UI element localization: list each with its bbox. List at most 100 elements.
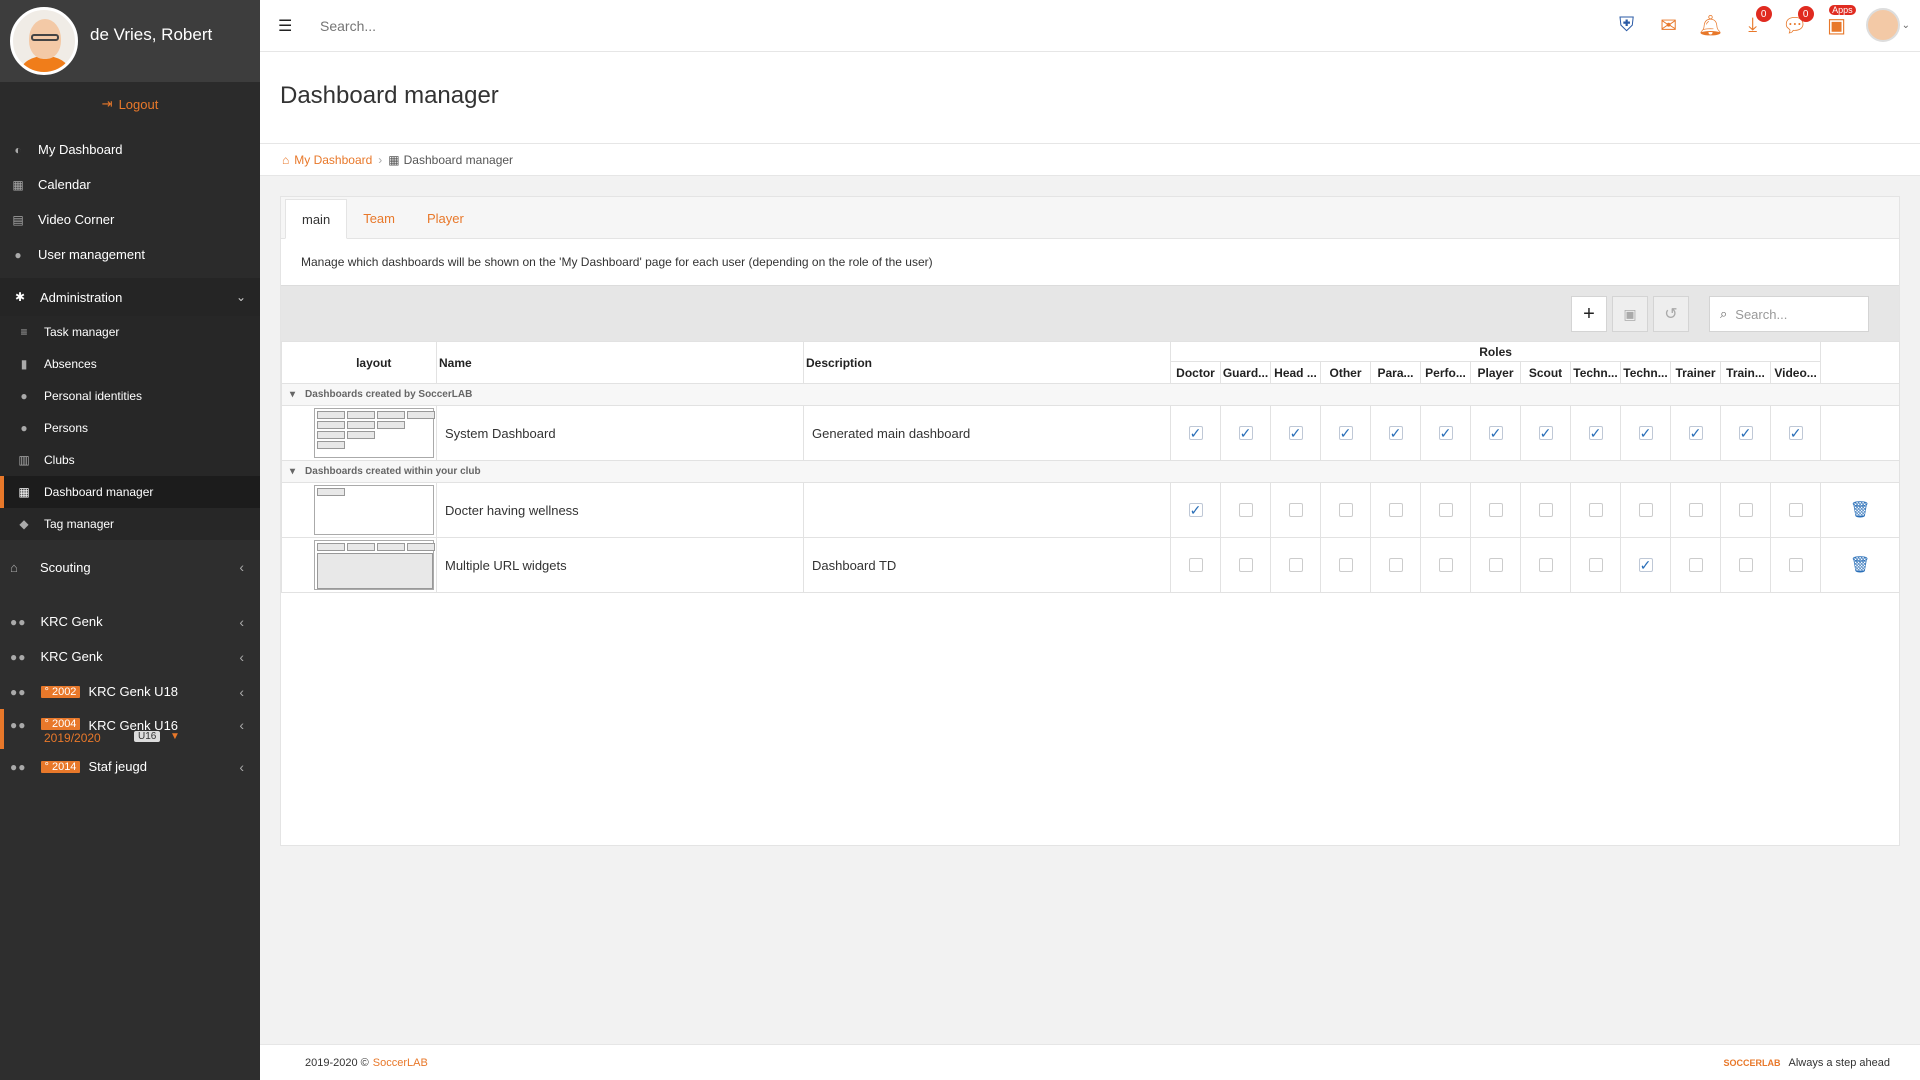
role-checkbox[interactable] <box>1388 503 1403 517</box>
bell-icon[interactable]: 🔔︎ <box>1698 12 1724 38</box>
col-header-layout[interactable]: layout <box>311 341 437 384</box>
team-item[interactable]: ●● ° 2014 Staf jeugd ‹ <box>0 749 260 784</box>
role-checkbox[interactable] <box>1488 503 1503 517</box>
team-item-active[interactable]: ●● ° 2004 KRC Genk U16 2019/2020 U16 ▼ ‹ <box>0 709 260 749</box>
role-checkbox[interactable]: ✓ <box>1188 502 1203 518</box>
nav-item-user-management[interactable]: ● User management <box>0 237 260 272</box>
logout-button[interactable]: ⇥ Logout <box>0 82 260 126</box>
col-header-description[interactable]: Description <box>803 341 1171 384</box>
role-checkbox[interactable]: ✓ <box>1238 425 1253 441</box>
role-checkbox[interactable] <box>1738 503 1753 517</box>
role-checkbox[interactable] <box>1238 503 1253 517</box>
dashboard-description[interactable]: Generated main dashboard <box>803 405 1171 461</box>
gift-apps-icon[interactable]: ▣ Apps <box>1824 5 1856 38</box>
global-search-input[interactable] <box>320 17 720 34</box>
dashboard-name[interactable]: System Dashboard <box>436 405 804 461</box>
role-checkbox[interactable]: ✓ <box>1688 425 1703 441</box>
table-row[interactable]: Docter having wellness ✓ 🗑︎ <box>281 482 1901 538</box>
shield-icon[interactable]: ⛨ <box>1614 12 1640 38</box>
role-checkbox[interactable] <box>1788 503 1803 517</box>
chat-icon[interactable]: 💬︎ 0 <box>1782 6 1814 38</box>
role-checkbox[interactable] <box>1338 558 1353 572</box>
col-header-name[interactable]: Name <box>436 341 804 384</box>
role-checkbox[interactable] <box>1188 558 1203 572</box>
trash-icon[interactable]: 🗑︎ <box>1850 502 1870 519</box>
nav-item-dashboard-manager[interactable]: ▦ Dashboard manager <box>0 476 260 508</box>
role-checkbox[interactable] <box>1388 558 1403 572</box>
dashboard-description[interactable] <box>803 482 1171 538</box>
role-checkbox[interactable] <box>1288 558 1303 572</box>
role-checkbox[interactable] <box>1688 503 1703 517</box>
role-checkbox[interactable] <box>1538 503 1553 517</box>
role-checkbox[interactable]: ✓ <box>1738 425 1753 441</box>
role-header[interactable]: Perfo... <box>1420 361 1471 384</box>
tab-player[interactable]: Player <box>411 198 480 238</box>
role-checkbox[interactable] <box>1538 558 1553 572</box>
avatar[interactable] <box>10 7 78 75</box>
nav-item-tag-manager[interactable]: ◆ Tag manager <box>0 508 260 540</box>
role-checkbox[interactable] <box>1288 503 1303 517</box>
role-header[interactable]: Guard... <box>1220 361 1271 384</box>
role-checkbox[interactable] <box>1488 558 1503 572</box>
caret-down-icon[interactable]: ▼ <box>170 731 180 742</box>
team-item[interactable]: ●● ° 2002 KRC Genk U18 ‹ <box>0 674 260 709</box>
group-row[interactable]: ▾ Dashboards created within your club <box>280 460 1901 483</box>
role-header[interactable]: Para... <box>1370 361 1421 384</box>
role-header[interactable]: Head ... <box>1270 361 1321 384</box>
nav-item-clubs[interactable]: ▥ Clubs <box>0 444 260 476</box>
nav-item-video-corner[interactable]: ▤ Video Corner <box>0 202 260 237</box>
breadcrumb-home-link[interactable]: ⌂ My Dashboard <box>282 153 372 167</box>
role-checkbox[interactable]: ✓ <box>1488 425 1503 441</box>
role-checkbox[interactable]: ✓ <box>1188 425 1203 441</box>
dashboard-description[interactable]: Dashboard TD <box>803 537 1171 593</box>
role-header[interactable]: Trainer <box>1670 361 1721 384</box>
dashboard-name[interactable]: Docter having wellness <box>436 482 804 538</box>
role-checkbox[interactable] <box>1788 558 1803 572</box>
layout-thumbnail[interactable] <box>313 540 435 590</box>
nav-item-task-manager[interactable]: ≡ Task manager <box>0 316 260 348</box>
role-checkbox[interactable] <box>1588 558 1603 572</box>
table-row[interactable]: System Dashboard Generated main dashboard… <box>281 405 1901 461</box>
hamburger-menu-icon[interactable]: ☰ <box>278 16 296 36</box>
role-checkbox[interactable]: ✓ <box>1438 425 1453 441</box>
team-item[interactable]: ●● KRC Genk ‹ <box>0 604 260 639</box>
role-checkbox[interactable] <box>1688 558 1703 572</box>
mail-icon[interactable]: ✉ <box>1656 12 1682 38</box>
role-checkbox[interactable]: ✓ <box>1588 425 1603 441</box>
caret-down-icon[interactable]: ▾ <box>290 389 295 400</box>
role-header[interactable]: Player <box>1470 361 1521 384</box>
add-button[interactable]: + <box>1571 296 1607 332</box>
table-row[interactable]: Multiple URL widgets Dashboard TD ✓ 🗑︎ <box>281 537 1901 593</box>
nav-item-absences[interactable]: ▮ Absences <box>0 348 260 380</box>
nav-item-administration[interactable]: ✱ Administration ⌄ <box>0 278 260 316</box>
group-row[interactable]: ▾ Dashboards created by SoccerLAB <box>280 383 1901 406</box>
tab-main[interactable]: main <box>285 199 348 239</box>
layout-thumbnail[interactable] <box>313 408 435 458</box>
avatar[interactable] <box>1865 8 1900 42</box>
trash-icon[interactable]: 🗑︎ <box>1850 557 1870 574</box>
role-checkbox[interactable] <box>1238 558 1253 572</box>
nav-item-my-dashboard[interactable]: ◐ My Dashboard <box>0 132 260 167</box>
role-header[interactable]: Techn... <box>1620 361 1671 384</box>
layout-thumbnail[interactable] <box>313 485 434 535</box>
role-checkbox[interactable] <box>1338 503 1353 517</box>
role-checkbox[interactable]: ✓ <box>1388 425 1403 441</box>
role-checkbox[interactable]: ✓ <box>1338 425 1353 441</box>
role-header[interactable]: Techn... <box>1570 361 1621 384</box>
undo-button[interactable]: ↺ <box>1653 296 1689 332</box>
footer-brand-link[interactable]: SoccerLAB <box>373 1057 428 1069</box>
role-checkbox[interactable] <box>1588 503 1603 517</box>
role-checkbox[interactable] <box>1638 503 1653 517</box>
role-checkbox[interactable] <box>1438 503 1453 517</box>
caret-down-icon[interactable]: ▾ <box>290 466 295 477</box>
role-checkbox[interactable]: ✓ <box>1638 425 1653 441</box>
dashboard-name[interactable]: Multiple URL widgets <box>436 537 804 593</box>
nav-item-scouting[interactable]: ⌂ Scouting ‹ <box>0 544 260 590</box>
role-checkbox[interactable] <box>1738 558 1753 572</box>
role-checkbox[interactable]: ✓ <box>1538 425 1553 441</box>
role-header[interactable]: Doctor <box>1170 361 1221 384</box>
role-checkbox[interactable]: ✓ <box>1638 557 1653 573</box>
save-button[interactable]: ▣ <box>1612 296 1648 332</box>
season-selector[interactable]: 2019/2020 <box>44 731 101 745</box>
role-header[interactable]: Scout <box>1520 361 1571 384</box>
